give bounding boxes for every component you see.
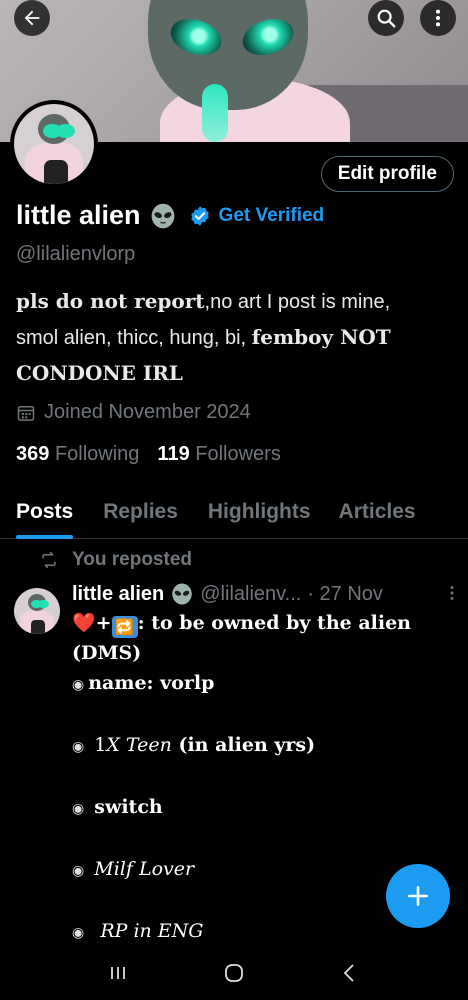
followers-count: 119	[157, 443, 190, 465]
post-line2: (DMS)	[72, 642, 142, 664]
bullet-icon: ◉	[72, 925, 85, 941]
tab-posts[interactable]: Posts	[16, 494, 74, 539]
post-more-icon[interactable]	[448, 584, 456, 602]
bullet-icon: ◉	[72, 739, 85, 755]
display-name: little alien	[16, 200, 141, 230]
profile-bio: pls do not report,no art I post is mine,…	[16, 284, 456, 392]
post-line4-b: X Teen	[106, 734, 172, 756]
followers-link[interactable]: 119 Followers	[157, 443, 280, 466]
post-line3: name: vorlp	[88, 672, 215, 694]
more-options-button[interactable]	[420, 0, 456, 36]
compose-post-button[interactable]	[386, 864, 450, 928]
edit-profile-button[interactable]: Edit profile	[320, 156, 454, 192]
repost-indicator: You reposted	[40, 549, 192, 571]
post-author-name[interactable]: little alien	[72, 583, 164, 606]
bullet-icon: ◉	[72, 677, 85, 693]
more-vertical-icon	[435, 9, 441, 27]
joined-date: Joined November 2024	[16, 401, 251, 424]
following-count: 369	[16, 443, 50, 465]
post-line4-c: (in alien yrs)	[171, 734, 316, 756]
followers-label: Followers	[195, 443, 281, 465]
reposted-label: You reposted	[72, 549, 192, 570]
get-verified-link[interactable]: Get Verified	[219, 205, 325, 227]
heart-emoji-icon: ❤️	[72, 612, 96, 634]
tab-replies[interactable]: Replies	[103, 494, 178, 539]
alien-emoji-icon	[172, 583, 192, 605]
back-nav-icon[interactable]	[338, 961, 362, 985]
home-icon[interactable]	[222, 961, 246, 985]
joined-label: Joined November 2024	[44, 401, 251, 423]
profile-avatar[interactable]	[10, 100, 98, 188]
profile-handle: @lilalienvlorp	[16, 243, 136, 265]
post-line4-a: 1	[94, 734, 107, 756]
follow-stats: 369 Following 119 Followers	[16, 443, 281, 466]
post-line7: RP in ENG	[100, 920, 204, 942]
bullet-icon: ◉	[72, 801, 85, 817]
recent-apps-icon[interactable]	[106, 961, 130, 985]
bio-part-5: CONDONE IRL	[16, 361, 183, 385]
repeat-emoji-icon: 🔁	[111, 616, 138, 638]
system-nav-bar	[0, 945, 468, 1000]
tab-highlights[interactable]: Highlights	[208, 494, 311, 539]
verified-badge-icon	[190, 205, 209, 226]
alien-emoji-icon	[151, 203, 174, 228]
bio-part-2: ,no art I post is mine,	[204, 291, 391, 313]
profile-tabs: Posts Replies Highlights Articles	[0, 494, 468, 539]
following-link[interactable]: 369 Following	[16, 443, 139, 466]
bio-part-4: femboy NOT	[251, 325, 391, 349]
tab-articles[interactable]: Articles	[339, 494, 416, 539]
post-line5: switch	[94, 796, 163, 818]
back-button[interactable]	[14, 0, 50, 36]
following-label: Following	[54, 443, 140, 465]
back-arrow-icon	[24, 10, 40, 26]
bio-part-3: smol alien, thicc, hung, bi,	[16, 327, 252, 349]
bio-part-1: pls do not report	[16, 289, 205, 313]
calendar-icon	[17, 405, 35, 421]
name-row: little alien Get Verified	[16, 200, 324, 231]
post-author-handle[interactable]: @lilalienv...	[200, 583, 301, 606]
repost-icon	[42, 551, 56, 569]
post-author-avatar[interactable]	[14, 588, 60, 634]
plus-icon	[408, 886, 428, 906]
search-icon	[377, 9, 396, 28]
post-line1-plus: +	[95, 612, 112, 634]
post-line6: Milf Lover	[94, 858, 195, 880]
post-time[interactable]: · 27 Nov	[307, 583, 383, 606]
bullet-icon: ◉	[72, 863, 85, 879]
search-button[interactable]	[368, 0, 404, 36]
banner-alien-tongue	[202, 84, 228, 142]
post-line1-text: : to be owned by the alien	[137, 612, 411, 634]
post-header: little alien @lilalienv... · 27 Nov	[72, 582, 456, 606]
